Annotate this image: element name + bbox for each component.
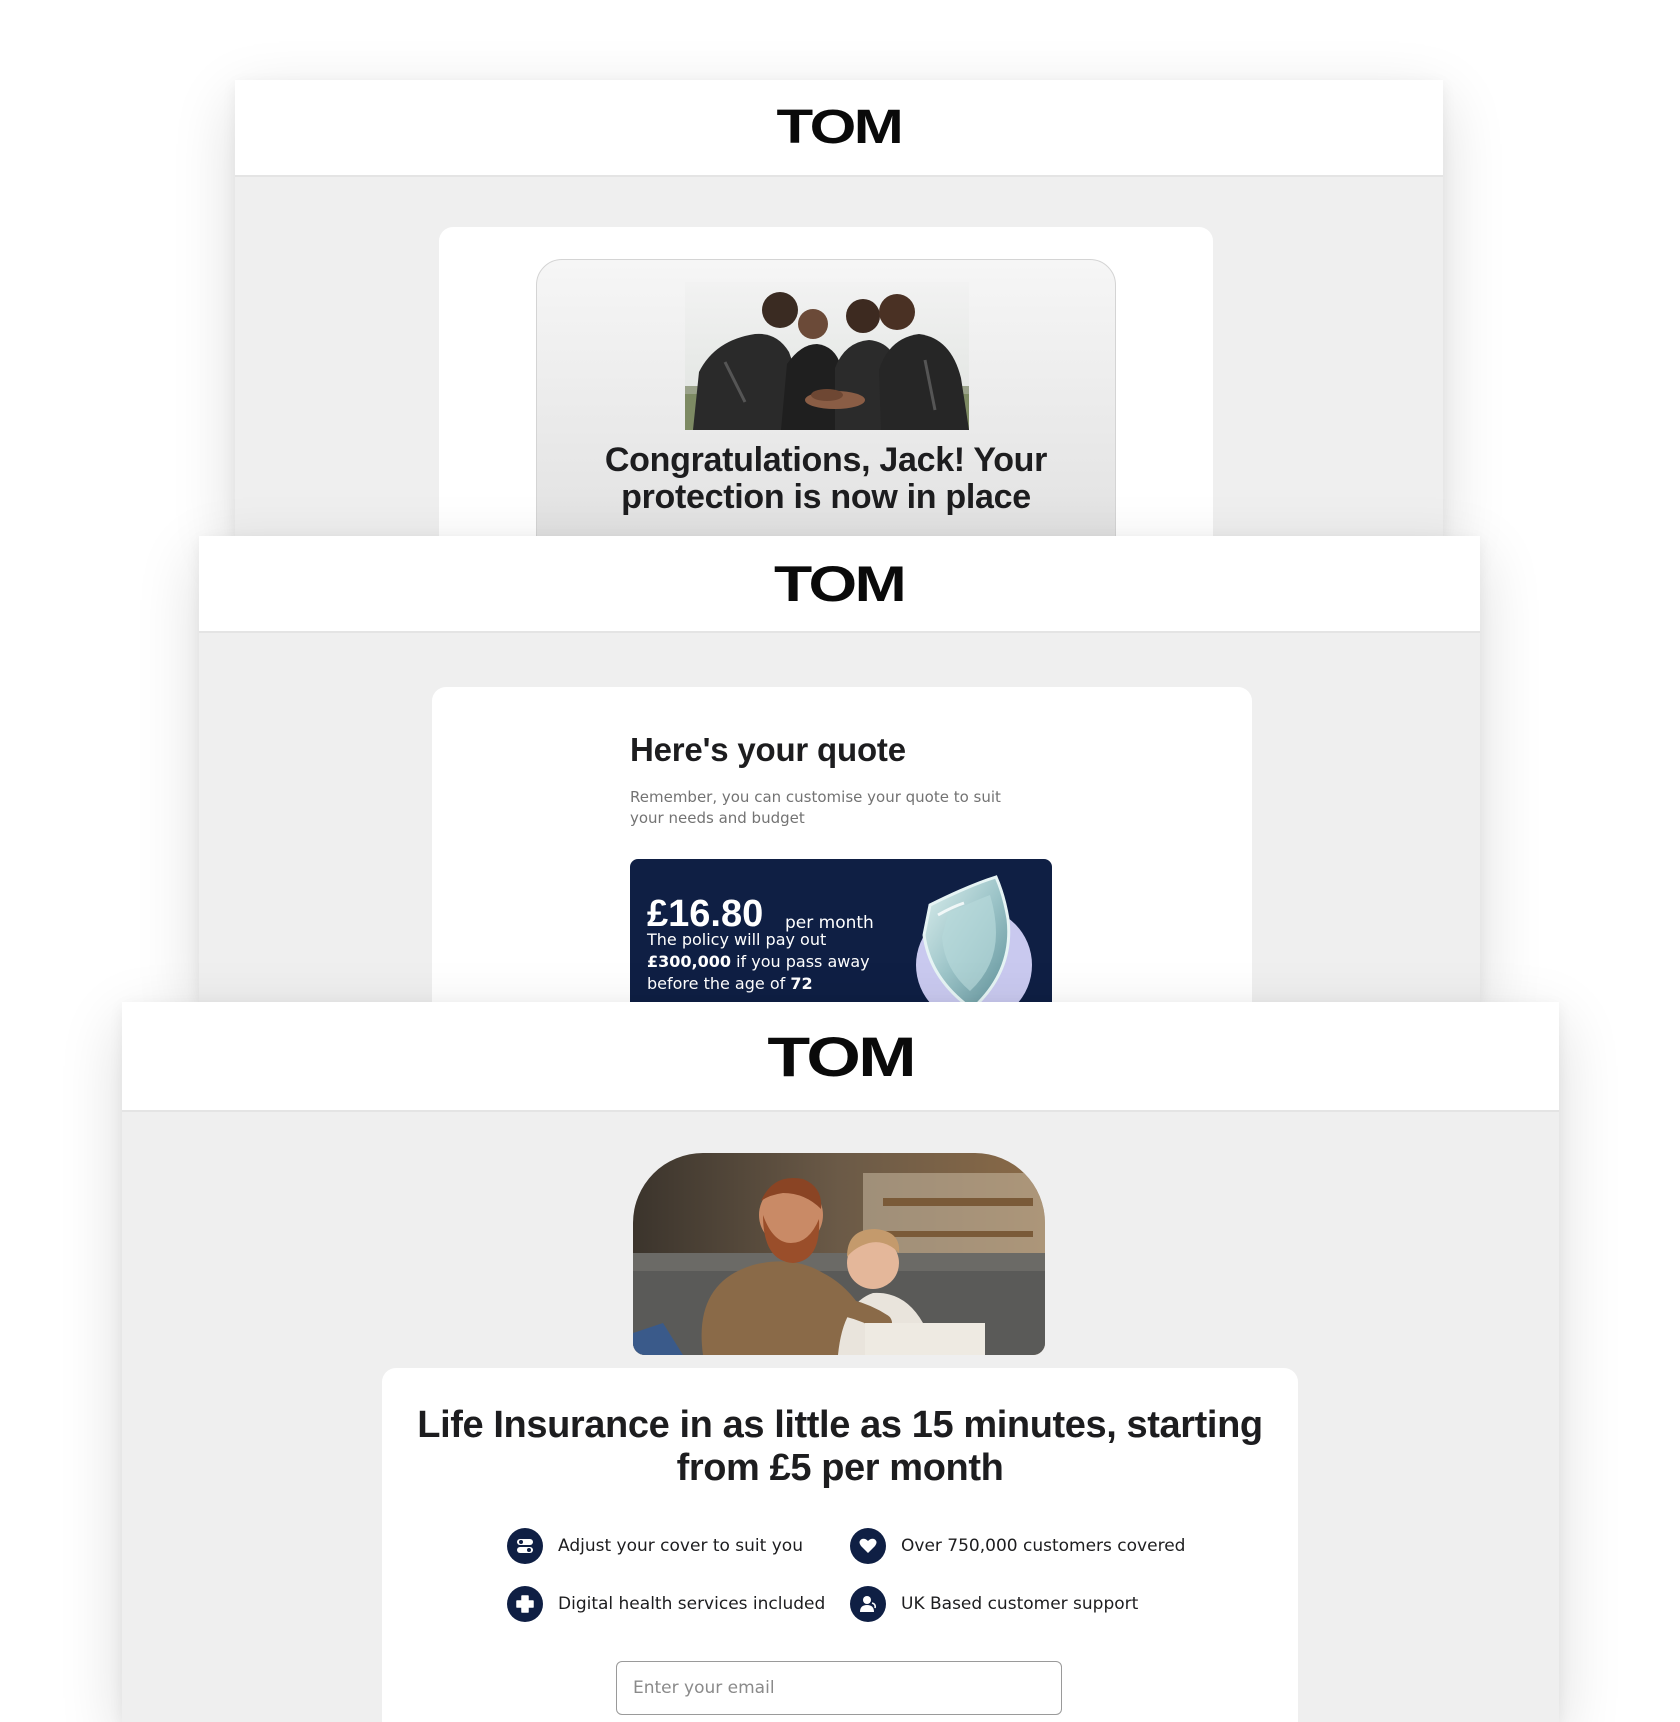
confirmation-email-preview: TOM Congratulations, Jack! Your protecti… xyxy=(235,80,1443,540)
email-field[interactable] xyxy=(616,1661,1062,1715)
quote-card: Here's your quote Remember, you can cust… xyxy=(432,687,1252,1002)
quote-email-preview: TOM Here's your quote Remember, you can … xyxy=(199,536,1480,1002)
feature-label: Digital health services included xyxy=(558,1594,826,1614)
feature-label: Over 750,000 customers covered xyxy=(901,1536,1186,1556)
heart-icon xyxy=(850,1528,886,1564)
feature-label: UK Based customer support xyxy=(901,1594,1139,1614)
email-header: TOM xyxy=(122,1002,1559,1112)
tom-logo: TOM xyxy=(776,101,904,154)
offer-card: Life Insurance in as little as 15 minute… xyxy=(382,1368,1298,1722)
offer-title: Life Insurance in as little as 15 minute… xyxy=(417,1404,1263,1489)
quote-subtitle: Remember, you can customise your quote t… xyxy=(630,788,1001,827)
toggle-icon xyxy=(507,1528,543,1564)
congrats-panel: Congratulations, Jack! Your protection i… xyxy=(536,259,1116,540)
quote-price-box[interactable]: £16.80 per month The policy will pay out… xyxy=(630,859,1052,1002)
feature-item: UK Based customer support xyxy=(850,1586,1138,1622)
email-header: TOM xyxy=(199,536,1480,633)
quote-title: Here's your quote xyxy=(630,731,906,768)
shield-icon xyxy=(916,875,1032,1002)
payout-amount: £300,000 xyxy=(647,952,732,971)
feature-item: Over 750,000 customers covered xyxy=(850,1528,1185,1564)
payout-description: The policy will pay out £300,000 if you … xyxy=(647,929,907,995)
medical-cross-icon xyxy=(507,1586,543,1622)
feature-item: Adjust your cover to suit you xyxy=(507,1528,803,1564)
confirmation-title: Congratulations, Jack! Your protection i… xyxy=(604,441,1048,516)
feature-label: Adjust your cover to suit you xyxy=(558,1536,803,1556)
team-huddle-photo xyxy=(685,282,969,430)
offer-email-preview: TOM Life Insurance in as little as 15 mi… xyxy=(122,1002,1559,1722)
family-photo xyxy=(633,1153,1045,1355)
tom-logo: TOM xyxy=(774,555,907,612)
support-agent-icon xyxy=(850,1586,886,1622)
confirmation-card: Congratulations, Jack! Your protection i… xyxy=(439,227,1213,540)
feature-item: Digital health services included xyxy=(507,1586,825,1622)
payout-age: 72 xyxy=(790,974,813,993)
payout-prefix: The policy will pay out xyxy=(647,930,827,949)
email-header: TOM xyxy=(235,80,1443,177)
tom-logo: TOM xyxy=(767,1024,916,1088)
